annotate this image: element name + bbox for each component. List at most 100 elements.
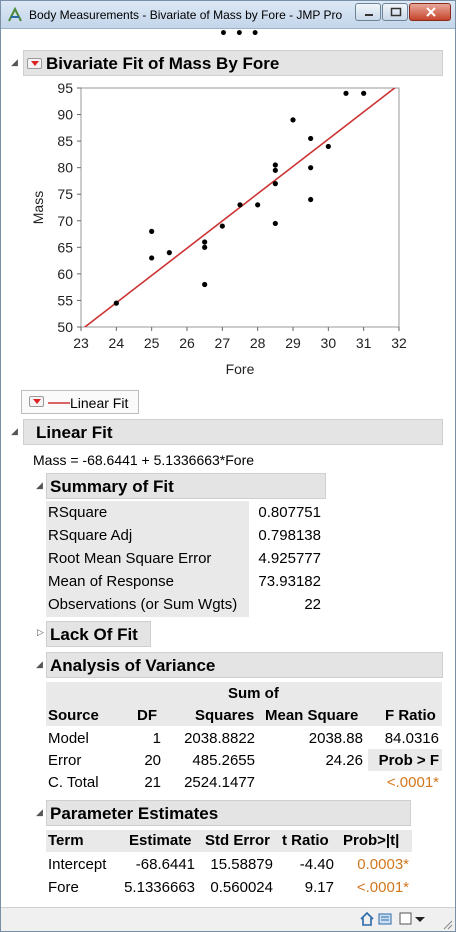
data-point xyxy=(272,162,278,168)
anova-ss: 485.2655 xyxy=(192,752,255,769)
anova-df: 1 xyxy=(152,730,161,747)
anova-ss: 2524.1477 xyxy=(184,774,255,791)
anova-source: Error xyxy=(48,752,82,769)
data-point xyxy=(149,255,155,261)
y-tick-label: 50 xyxy=(57,319,73,335)
status-bar xyxy=(1,907,455,931)
title-bar[interactable]: Body Measurements - Bivariate of Mass by… xyxy=(1,1,455,29)
lack-of-fit-title: Lack Of Fit xyxy=(50,625,138,644)
legend-line-icon xyxy=(48,402,70,404)
red-triangle-menu-icon[interactable] xyxy=(27,58,42,69)
y-tick-label: 90 xyxy=(57,107,73,123)
minimize-button[interactable] xyxy=(355,3,381,21)
anova-f: <.0001* xyxy=(386,774,439,791)
y-tick-label: 75 xyxy=(57,186,73,202)
x-tick-label: 27 xyxy=(215,335,231,351)
summary-of-fit-header[interactable]: Summary of Fit xyxy=(46,473,326,499)
x-tick-label: 28 xyxy=(250,335,266,351)
collapse-triangle-icon[interactable]: ◢ xyxy=(11,427,18,437)
anova-f: 84.0316 xyxy=(384,730,439,747)
data-point xyxy=(202,244,208,250)
data-point xyxy=(361,90,367,96)
param-estimate: -68.6441 xyxy=(135,856,195,873)
param-term: Fore xyxy=(48,879,79,896)
data-point xyxy=(113,300,119,306)
more-handle[interactable]: • • • xyxy=(219,27,261,41)
collapse-triangle-icon[interactable]: ◢ xyxy=(36,481,43,491)
linear-fit-title: Linear Fit xyxy=(36,423,113,442)
bivariate-header[interactable]: Bivariate Fit of Mass By Fore xyxy=(23,50,443,76)
summary-value: 0.798138 xyxy=(258,527,321,544)
y-tick-label: 60 xyxy=(57,266,73,282)
data-point xyxy=(308,135,314,142)
resize-grip-icon[interactable] xyxy=(441,918,453,930)
params-header-estimate: Estimate xyxy=(129,832,192,849)
data-point xyxy=(272,167,278,173)
lack-of-fit-header[interactable]: Lack Of Fit xyxy=(46,621,151,647)
y-tick-label: 80 xyxy=(57,160,73,176)
data-point xyxy=(202,239,208,245)
close-button[interactable] xyxy=(409,3,451,21)
anova-header-df: DF xyxy=(137,707,157,724)
data-point xyxy=(343,90,349,96)
x-tick-label: 24 xyxy=(109,335,125,351)
summary-value: 4.925777 xyxy=(258,550,321,567)
summary-value: 73.93182 xyxy=(258,573,321,590)
collapse-triangle-icon[interactable]: ◢ xyxy=(11,58,18,68)
summary-title: Summary of Fit xyxy=(50,477,174,496)
maximize-button[interactable] xyxy=(382,3,408,21)
x-tick-label: 23 xyxy=(73,335,89,351)
param-tratio: -4.40 xyxy=(299,856,334,873)
data-point xyxy=(290,117,296,123)
jmp-window: Body Measurements - Bivariate of Mass by… xyxy=(0,0,456,932)
x-tick-label: 32 xyxy=(391,335,407,351)
home-icon[interactable] xyxy=(359,911,375,927)
anova-header-ss: Squares xyxy=(195,707,255,724)
y-axis-label: Mass xyxy=(30,191,46,224)
jmp-app-icon xyxy=(8,7,22,22)
collapse-triangle-icon[interactable]: ◢ xyxy=(36,808,43,818)
y-tick-label: 70 xyxy=(57,213,73,229)
bivariate-title: Bivariate Fit of Mass By Fore xyxy=(46,54,280,73)
expand-triangle-icon[interactable]: ▷ xyxy=(37,628,44,638)
anova-df: 20 xyxy=(144,752,161,769)
anova-title: Analysis of Variance xyxy=(50,656,216,675)
params-header-tratio: t Ratio xyxy=(282,832,329,849)
param-tratio: 9.17 xyxy=(304,879,334,896)
linear-fit-legend[interactable]: Linear Fit xyxy=(21,390,139,414)
data-point xyxy=(325,143,331,150)
params-header-stderr: Std Error xyxy=(205,832,271,849)
legend-menu-icon[interactable] xyxy=(29,396,44,407)
scatter-plot[interactable]: 23 24 25 26 27 28 29 30 31 32 50 55 60 65 70 75 80 85 90 95… xyxy=(23,81,443,381)
params-title: Parameter Estimates xyxy=(50,804,219,823)
anova-df: 21 xyxy=(144,774,161,791)
anova-header[interactable]: Analysis of Variance xyxy=(46,652,443,678)
fit-equation: Mass = -68.6441 + 5.1336663*Fore xyxy=(33,452,255,468)
data-point xyxy=(166,250,172,256)
anova-header-f: F Ratio xyxy=(385,707,436,724)
summary-value: 0.807751 xyxy=(258,504,321,521)
data-point xyxy=(202,281,208,288)
data-point xyxy=(308,165,314,171)
anova-source: Model xyxy=(48,730,89,747)
collapse-triangle-icon[interactable]: ◢ xyxy=(36,660,43,670)
y-tick-label: 95 xyxy=(57,81,73,96)
summary-label: Root Mean Square Error xyxy=(48,550,212,567)
anova-source: C. Total xyxy=(48,774,99,791)
param-estimates-header[interactable]: Parameter Estimates xyxy=(46,800,411,826)
maximize-icon xyxy=(390,7,402,17)
data-point xyxy=(237,202,243,208)
x-tick-label: 30 xyxy=(321,335,337,351)
summary-label: Observations (or Sum Wgts) xyxy=(48,596,238,613)
x-axis-label: Fore xyxy=(226,361,255,377)
dropdown-arrow-icon[interactable] xyxy=(414,916,426,924)
data-point xyxy=(255,202,261,208)
summary-label: Mean of Response xyxy=(48,573,174,590)
summary-label: RSquare Adj xyxy=(48,527,133,544)
checkbox-icon[interactable] xyxy=(399,912,413,926)
anova-ms: 2038.88 xyxy=(308,730,363,747)
window-list-icon[interactable] xyxy=(377,911,393,927)
summary-value: 22 xyxy=(304,596,321,613)
linear-fit-header[interactable]: Linear Fit xyxy=(23,419,443,445)
x-tick-label: 31 xyxy=(356,335,372,351)
